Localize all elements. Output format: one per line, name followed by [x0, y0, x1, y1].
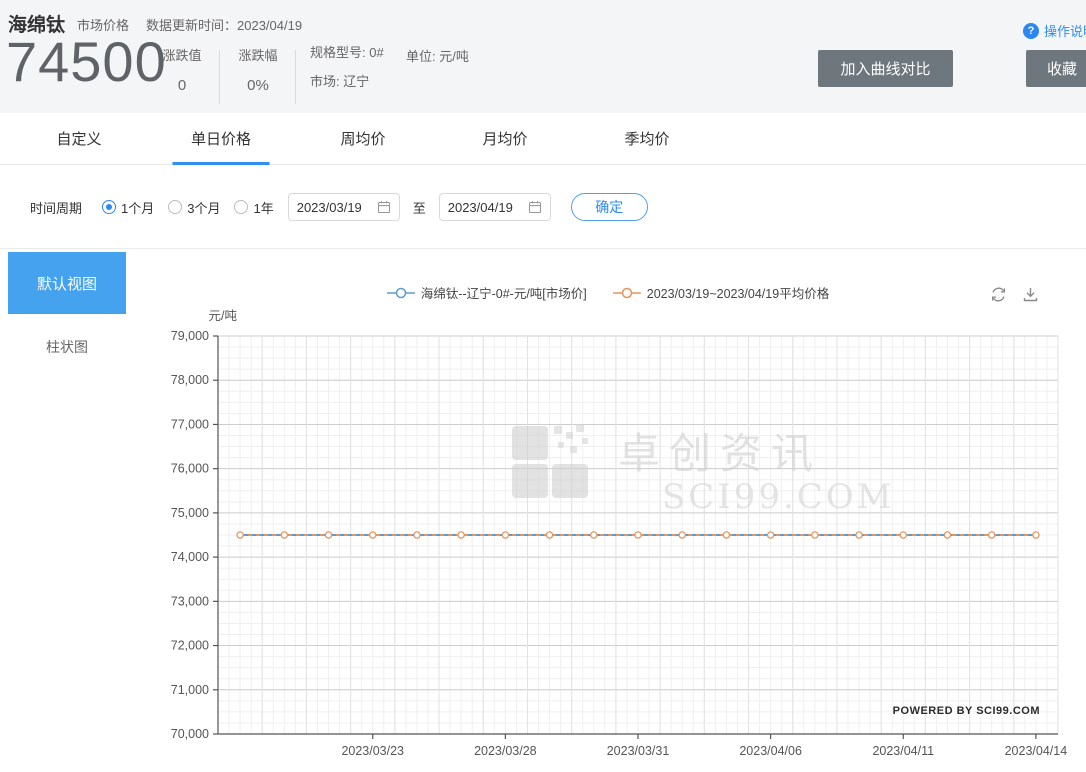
sidebar-item-1[interactable]: 柱状图 — [8, 337, 126, 357]
tab-4[interactable]: 季均价 — [576, 113, 718, 164]
radio-label: 1个月 — [121, 198, 154, 217]
legend-item-0[interactable]: 海绵钛--辽宁-0#-元/吨[市场价] — [387, 283, 587, 302]
svg-text:77,000: 77,000 — [171, 417, 209, 431]
price-chart[interactable]: 70,000 71,000 72,000 73,000 74,000 75,000 76,0… — [130, 250, 1086, 772]
refresh-icon[interactable] — [989, 285, 1008, 304]
calendar-icon — [528, 200, 542, 214]
calendar-icon — [377, 200, 391, 214]
change-pct-block: 涨跌幅 0% — [226, 45, 290, 94]
svg-text:2023/04/06: 2023/04/06 — [739, 744, 802, 758]
filter-bar: 时间周期 1个月 3个月 1年 2023/03/19 至 2023/04/19 确定 — [0, 166, 1086, 248]
tab-2[interactable]: 周均价 — [292, 113, 434, 164]
legend-label: 海绵钛--辽宁-0#-元/吨[市场价] — [421, 283, 587, 302]
period-radio-1[interactable]: 3个月 — [168, 198, 220, 217]
divider — [295, 50, 296, 104]
svg-text:2023/03/28: 2023/03/28 — [474, 744, 537, 758]
divider — [219, 50, 220, 104]
tab-1[interactable]: 单日价格 — [150, 113, 292, 164]
svg-text:2023/04/14: 2023/04/14 — [1005, 744, 1068, 758]
chart-area: 海绵钛--辽宁-0#-元/吨[市场价] 2023/03/19~2023/04/19… — [130, 250, 1086, 772]
question-icon: ? — [1023, 23, 1039, 39]
update-time: 数据更新时间：2023/04/19 — [146, 15, 302, 34]
help-link[interactable]: ? 操作说明 — [1023, 21, 1086, 40]
tab-bar: 自定义单日价格周均价月均价季均价 — [0, 113, 1086, 165]
svg-text:元/吨: 元/吨 — [209, 309, 238, 323]
svg-text:2023/04/11: 2023/04/11 — [872, 744, 934, 758]
legend-marker-icon — [387, 287, 415, 299]
radio-dot-icon — [168, 200, 182, 214]
download-icon[interactable] — [1021, 285, 1040, 304]
confirm-button[interactable]: 确定 — [571, 193, 648, 221]
chart-legend: 海绵钛--辽宁-0#-元/吨[市场价] 2023/03/19~2023/04/19… — [130, 283, 1086, 302]
page: 海绵钛 市场价格 数据更新时间：2023/04/19 74500 涨跌值 0 涨… — [0, 0, 1086, 772]
svg-text:79,000: 79,000 — [171, 329, 209, 343]
svg-text:76,000: 76,000 — [171, 462, 209, 476]
period-radio-2[interactable]: 1年 — [234, 198, 273, 217]
legend-label: 2023/03/19~2023/04/19平均价格 — [647, 283, 829, 302]
period-radio-0[interactable]: 1个月 — [102, 198, 154, 217]
header: 海绵钛 市场价格 数据更新时间：2023/04/19 74500 涨跌值 0 涨… — [0, 0, 1086, 113]
svg-text:2023/03/31: 2023/03/31 — [607, 744, 670, 758]
end-date-input[interactable]: 2023/04/19 — [439, 193, 551, 221]
to-label: 至 — [413, 198, 426, 217]
spec-block: 规格型号: 0# 市场: 辽宁 — [310, 46, 384, 88]
unit-label: 单位: 元/吨 — [406, 46, 469, 65]
tab-0[interactable]: 自定义 — [8, 113, 150, 164]
svg-text:74,000: 74,000 — [171, 550, 209, 564]
powered-by-label: POWERED BY SCI99.COM — [893, 705, 1040, 717]
radio-label: 1年 — [253, 198, 273, 217]
legend-marker-icon — [613, 287, 641, 299]
current-price: 74500 — [6, 33, 167, 92]
change-value-block: 涨跌值 0 — [150, 45, 214, 94]
favorite-button[interactable]: 收藏 — [1026, 50, 1086, 87]
main-panel: 默认视图柱状图 海绵钛--辽宁-0#-元/吨[市场价] 2023/03/19~20… — [0, 248, 1086, 772]
sidebar-item-0[interactable]: 默认视图 — [8, 252, 126, 314]
svg-text:72,000: 72,000 — [171, 639, 209, 653]
svg-text:70,000: 70,000 — [171, 727, 209, 741]
chart-toolbar — [989, 285, 1040, 304]
svg-text:71,000: 71,000 — [171, 683, 209, 697]
svg-text:75,000: 75,000 — [171, 506, 209, 520]
add-curve-compare-button[interactable]: 加入曲线对比 — [818, 50, 953, 87]
period-label: 时间周期 — [30, 198, 82, 217]
tab-3[interactable]: 月均价 — [434, 113, 576, 164]
legend-item-1[interactable]: 2023/03/19~2023/04/19平均价格 — [613, 283, 829, 302]
radio-label: 3个月 — [187, 198, 220, 217]
svg-text:73,000: 73,000 — [171, 594, 209, 608]
svg-text:2023/03/23: 2023/03/23 — [341, 744, 404, 758]
start-date-input[interactable]: 2023/03/19 — [288, 193, 400, 221]
radio-dot-icon — [102, 200, 116, 214]
svg-text:78,000: 78,000 — [171, 373, 209, 387]
radio-dot-icon — [234, 200, 248, 214]
